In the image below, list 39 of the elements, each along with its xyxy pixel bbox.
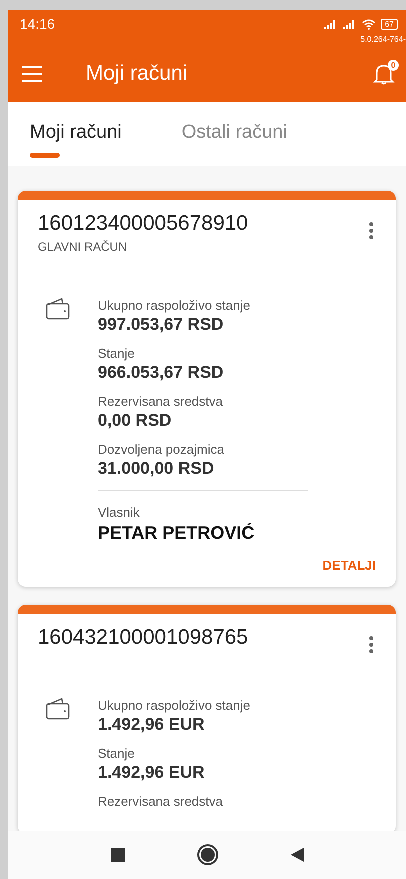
wallet-icon bbox=[46, 698, 70, 720]
tab[interactable]: Moji računi bbox=[30, 122, 122, 144]
field-label: Dozvoljena pozajmica bbox=[98, 442, 226, 457]
field-value: 1.492,96 EUR bbox=[98, 715, 206, 735]
app-version: 5.0.264-764- bbox=[360, 35, 406, 44]
owner-label: Vlasnik bbox=[98, 505, 141, 520]
menu-icon bbox=[22, 66, 42, 82]
page-title: Moji računi bbox=[86, 62, 189, 86]
menu-button[interactable] bbox=[22, 66, 42, 82]
field-value: 1.492,96 EUR bbox=[98, 763, 206, 783]
recents-icon[interactable] bbox=[110, 848, 124, 862]
field-label: Ukupno raspoloživo stanje bbox=[98, 698, 252, 713]
tab-indicator bbox=[30, 153, 60, 158]
field-value: 997.053,67 RSD bbox=[98, 315, 225, 335]
field-value: 966.053,67 RSD bbox=[98, 363, 225, 383]
wallet-icon bbox=[46, 298, 70, 320]
field-value: 31.000,00 RSD bbox=[98, 459, 216, 479]
more-icon bbox=[369, 636, 374, 654]
details-button[interactable]: DETALJI bbox=[322, 558, 376, 573]
field-label: Rezervisana sredstva bbox=[98, 794, 224, 809]
back-icon[interactable] bbox=[290, 848, 304, 862]
field-label: Stanje bbox=[98, 746, 136, 761]
owner-name: PETAR PETROVIĆ bbox=[98, 523, 256, 544]
notifications-button[interactable]: 0 bbox=[372, 62, 396, 86]
notification-count: 0 bbox=[388, 60, 399, 71]
field-value: 0,00 RSD bbox=[98, 411, 173, 431]
more-button[interactable] bbox=[369, 636, 374, 654]
battery-level: 67 bbox=[381, 18, 398, 30]
tab[interactable]: Ostali računi bbox=[182, 122, 288, 144]
wifi-icon bbox=[362, 18, 376, 30]
account-number: 160123400005678910 bbox=[38, 212, 248, 236]
account-type: GLAVNI RAČUN bbox=[38, 240, 128, 254]
home-icon[interactable] bbox=[196, 844, 218, 866]
status-time: 14:16 bbox=[20, 16, 56, 32]
field-label: Rezervisana sredstva bbox=[98, 394, 224, 409]
account-number: 160432100001098765 bbox=[38, 626, 248, 650]
field-label: Stanje bbox=[98, 346, 136, 361]
more-icon bbox=[369, 222, 374, 240]
field-label: Ukupno raspoloživo stanje bbox=[98, 298, 252, 313]
